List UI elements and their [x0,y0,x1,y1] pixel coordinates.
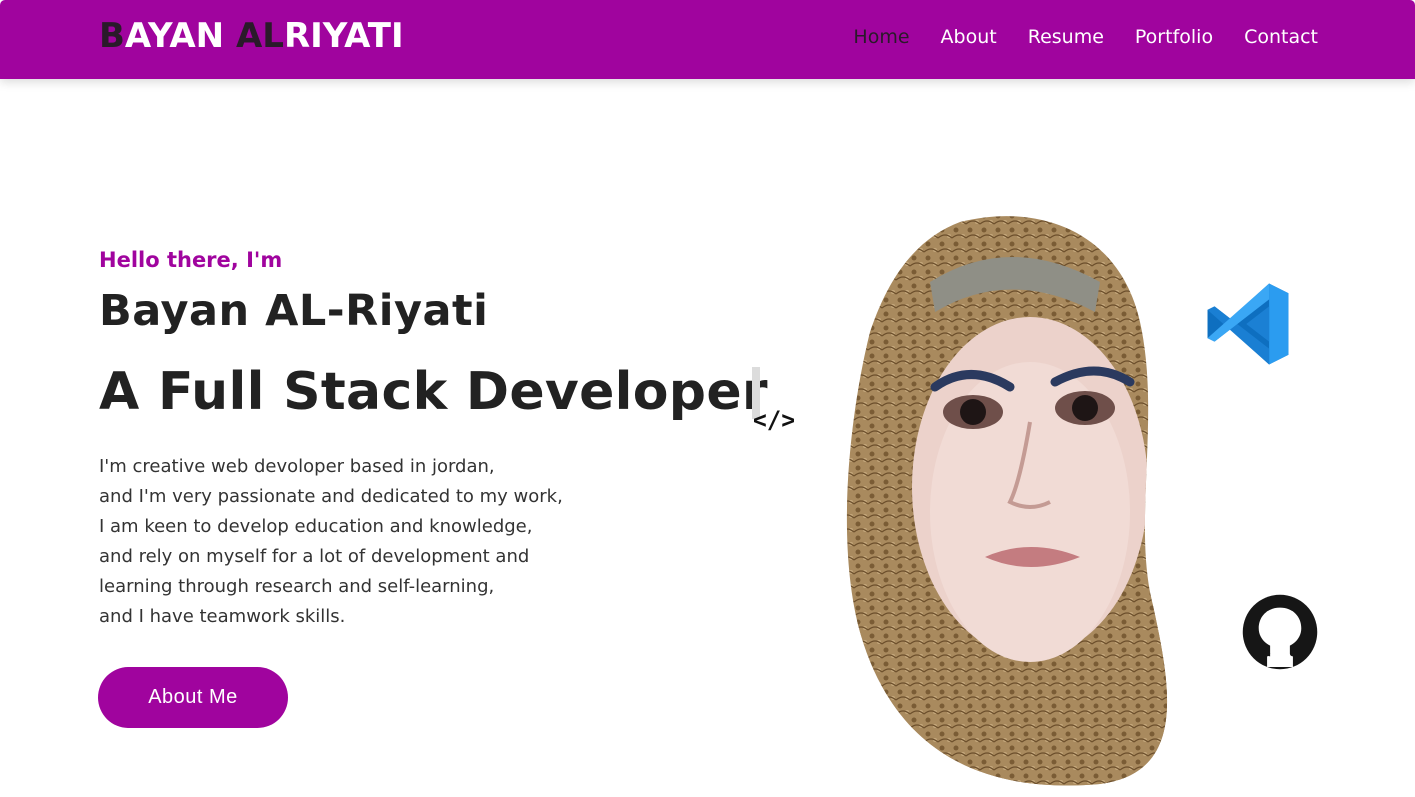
vscode-icon[interactable] [1203,280,1293,368]
nav-contact[interactable]: Contact [1244,24,1318,50]
logo-al: AL [235,16,284,56]
bio-line: and rely on myself for a lot of developm… [99,546,530,567]
profile-portrait [846,216,1168,786]
about-me-button[interactable]: About Me [98,667,288,728]
code-icon: </> [754,406,794,434]
bio-line: I am keen to develop education and knowl… [99,516,533,537]
nav-home[interactable]: Home [853,24,909,50]
nav-resume[interactable]: Resume [1028,24,1104,50]
hero-bio: I'm creative web devoloper based in jord… [99,452,659,632]
bio-line: learning through research and self-learn… [99,576,495,597]
hero-greeting: Hello there, I'm [99,248,283,272]
bio-line: I'm creative web devoloper based in jord… [99,456,495,477]
github-icon[interactable] [1242,594,1318,670]
main-nav: Home About Resume Portfolio Contact [853,24,1318,50]
logo-last-name: RIYATI [283,16,404,56]
hero-role: A Full Stack Developer [99,362,768,422]
bio-line: and I have teamwork skills. [99,606,346,627]
nav-portfolio[interactable]: Portfolio [1135,24,1213,50]
navbar: BAYAN ALRIYATI Home About Resume Portfol… [0,0,1415,79]
hero-name: Bayan AL-Riyati [99,286,489,336]
code-symbol: </> [754,406,794,434]
logo-first-name: AYAN [124,16,236,56]
site-logo[interactable]: BAYAN ALRIYATI [99,14,404,58]
logo-initial: B [99,16,125,56]
bio-line: and I'm very passionate and dedicated to… [99,486,563,507]
nav-about[interactable]: About [941,24,997,50]
